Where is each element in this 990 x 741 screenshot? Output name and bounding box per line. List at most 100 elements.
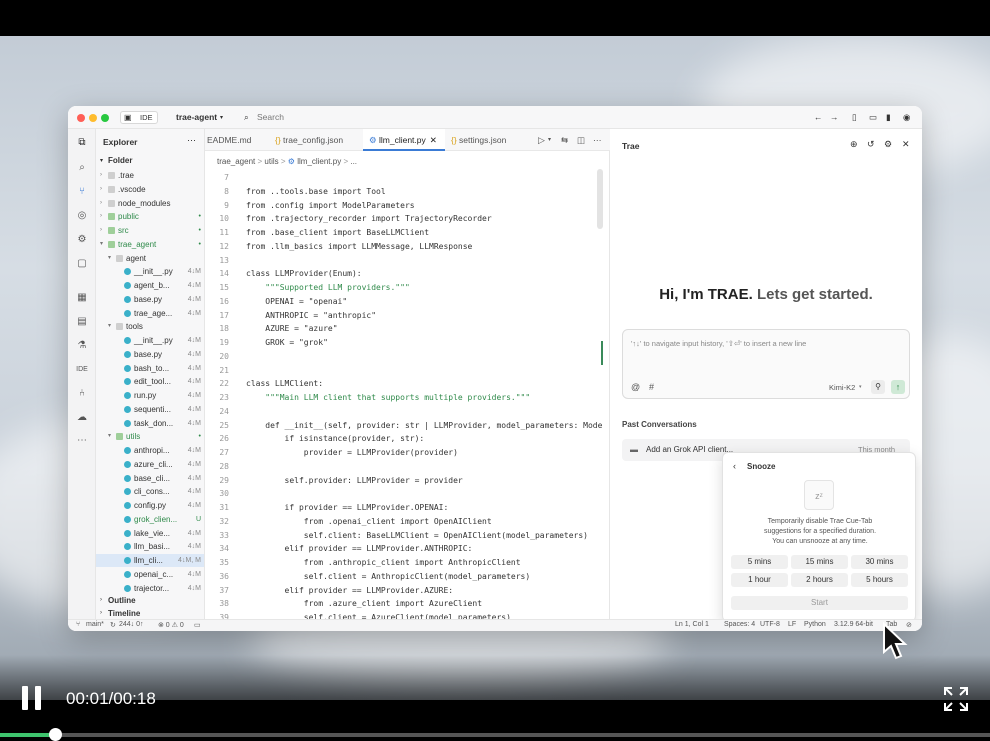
file-item[interactable]: lake_vie... 4↓M <box>96 527 204 540</box>
file-item[interactable]: task_don... 4↓M <box>96 417 204 430</box>
chevron-right-icon[interactable]: › <box>100 197 102 210</box>
snooze-30-mins-button[interactable]: 30 mins <box>851 555 908 569</box>
tab-trae-config[interactable]: {} trae_config.json <box>275 129 355 151</box>
more-icon[interactable]: ⋯ <box>593 129 602 151</box>
file-item[interactable]: edit_tool... 4↓M <box>96 375 204 388</box>
snooze-15-mins-button[interactable]: 15 mins <box>791 555 848 569</box>
chevron-right-icon[interactable]: › <box>100 610 102 616</box>
file-item[interactable]: trajector... 4↓M <box>96 582 204 595</box>
chevron-down-icon[interactable]: ▾ <box>100 238 103 251</box>
editor-scrollbar[interactable] <box>597 169 603 229</box>
chevron-down-icon[interactable]: ▾ <box>859 384 862 390</box>
language-mode[interactable]: Python <box>804 621 826 628</box>
file-item[interactable]: base.py 4↓M <box>96 293 204 306</box>
grid-icon[interactable]: ▦ <box>76 292 88 304</box>
chevron-down-icon[interactable]: ▾ <box>220 114 223 121</box>
folder-item[interactable]: ▾ trae_agent • <box>96 238 204 251</box>
close-window-button[interactable] <box>77 114 85 122</box>
attach-icon[interactable]: ⚲ <box>871 380 885 394</box>
problems-count[interactable]: ⊗ 0 ⚠ 0 <box>158 621 184 629</box>
diff-icon[interactable]: ⇆ <box>561 129 568 151</box>
snooze-1-hour-button[interactable]: 1 hour <box>731 573 788 587</box>
toggle-panel-icon[interactable]: ▭ <box>869 112 877 123</box>
search-input[interactable]: Search <box>257 112 284 122</box>
extensions-icon[interactable]: ⚙ <box>76 234 88 246</box>
file-item[interactable]: agent_b... 4↓M <box>96 279 204 292</box>
folder-item[interactable]: › .vscode <box>96 183 204 196</box>
search-icon[interactable]: ⌕ <box>76 162 88 174</box>
outline-section[interactable]: Outline <box>108 596 136 605</box>
file-item[interactable]: llm_basi... 4↓M <box>96 540 204 553</box>
new-chat-icon[interactable]: ⊕ <box>850 139 858 150</box>
file-item[interactable]: __init__.py 4↓M <box>96 334 204 347</box>
folder-item[interactable]: › public • <box>96 210 204 223</box>
breadcrumb-item[interactable]: llm_client.py <box>297 157 341 166</box>
project-name[interactable]: trae-agent <box>176 112 217 122</box>
model-selector[interactable]: Kimi-K2 <box>829 383 855 392</box>
file-item[interactable]: run.py 4↓M <box>96 389 204 402</box>
close-icon[interactable]: ✕ <box>902 139 910 150</box>
folder-item[interactable]: › node_modules <box>96 197 204 210</box>
tab-settings[interactable]: {} settings.json <box>451 129 521 151</box>
minimize-window-button[interactable] <box>89 114 97 122</box>
snooze-5-hours-button[interactable]: 5 hours <box>851 573 908 587</box>
maximize-window-button[interactable] <box>101 114 109 122</box>
close-tab-icon[interactable]: ✕ <box>426 135 437 145</box>
chevron-down-icon[interactable]: ▾ <box>108 320 111 333</box>
back-arrow-icon[interactable]: ← <box>814 112 823 122</box>
tab-llm-client[interactable]: ⚙ llm_client.py ✕ <box>363 129 445 151</box>
forward-arrow-icon[interactable]: → <box>830 112 839 122</box>
line-ending[interactable]: LF <box>788 621 796 628</box>
git-graph-icon[interactable]: ⑃ <box>76 388 88 400</box>
fullscreen-icon[interactable] <box>943 686 969 712</box>
folder-section-title[interactable]: Folder <box>108 156 132 165</box>
remote-icon[interactable]: ▢ <box>76 258 88 270</box>
chevron-down-icon[interactable]: ▾ <box>108 252 111 265</box>
chevron-right-icon[interactable]: › <box>100 169 102 182</box>
more-icon[interactable]: ⋯ <box>187 135 196 146</box>
ide-icon[interactable]: IDE <box>76 364 88 376</box>
cursor-position[interactable]: Ln 1, Col 1 <box>675 621 709 628</box>
timeline-section[interactable]: Timeline <box>108 609 140 618</box>
account-icon[interactable]: ◉ <box>903 112 910 123</box>
chevron-right-icon[interactable]: › <box>100 597 102 603</box>
folder-item[interactable]: ▾ agent <box>96 252 204 265</box>
chevron-down-icon[interactable]: ▾ <box>548 129 551 151</box>
sync-status[interactable]: 244↓ 0↑ <box>119 621 144 628</box>
breadcrumb-item[interactable]: utils <box>264 157 278 166</box>
chat-input[interactable]: '↑↓' to navigate input history, '⇧⏎' to … <box>622 329 910 399</box>
split-editor-icon[interactable]: ◫ <box>577 129 585 151</box>
chevron-down-icon[interactable]: ▾ <box>108 430 111 443</box>
layout-icon[interactable]: ▮ <box>886 112 891 123</box>
more-icon[interactable]: ⋯ <box>76 435 88 447</box>
file-item[interactable]: __init__.py 4↓M <box>96 265 204 278</box>
chevron-right-icon[interactable]: › <box>100 183 102 196</box>
hash-icon[interactable]: # <box>649 382 654 392</box>
snooze-5-mins-button[interactable]: 5 mins <box>731 555 788 569</box>
run-icon[interactable]: ▷ <box>538 129 545 151</box>
file-item[interactable]: openai_c... 4↓M <box>96 568 204 581</box>
file-item[interactable]: anthropi... 4↓M <box>96 444 204 457</box>
video-progress-track[interactable] <box>0 733 990 737</box>
terminal-icon[interactable]: ▭ <box>194 621 201 629</box>
branch-name[interactable]: main* <box>86 621 104 628</box>
chevron-right-icon[interactable]: › <box>100 210 102 223</box>
snooze-2-hours-button[interactable]: 2 hours <box>791 573 848 587</box>
breadcrumb-item[interactable]: trae_agent <box>217 157 255 166</box>
python-version[interactable]: 3.12.9 64-bit <box>834 621 873 628</box>
back-chevron-icon[interactable]: ‹ <box>733 461 736 471</box>
explorer-icon[interactable]: ⧉ <box>76 137 88 149</box>
cloud-icon[interactable]: ☁ <box>76 412 88 424</box>
file-item[interactable]: azure_cli... 4↓M <box>96 458 204 471</box>
tab-readme[interactable]: EADME.md <box>205 129 269 151</box>
send-button[interactable]: ↑ <box>891 380 905 394</box>
chevron-right-icon[interactable]: › <box>100 224 102 237</box>
file-item[interactable]: grok_clien... U <box>96 513 204 526</box>
flask-icon[interactable]: ⚗ <box>76 340 88 352</box>
chevron-down-icon[interactable]: ▾ <box>100 157 103 164</box>
mention-icon[interactable]: @ <box>631 382 640 392</box>
folder-item[interactable]: › .trae <box>96 169 204 182</box>
file-item[interactable]: bash_to... 4↓M <box>96 362 204 375</box>
file-item[interactable]: sequenti... 4↓M <box>96 403 204 416</box>
mode-switch[interactable]: ▣ IDE <box>120 111 158 124</box>
